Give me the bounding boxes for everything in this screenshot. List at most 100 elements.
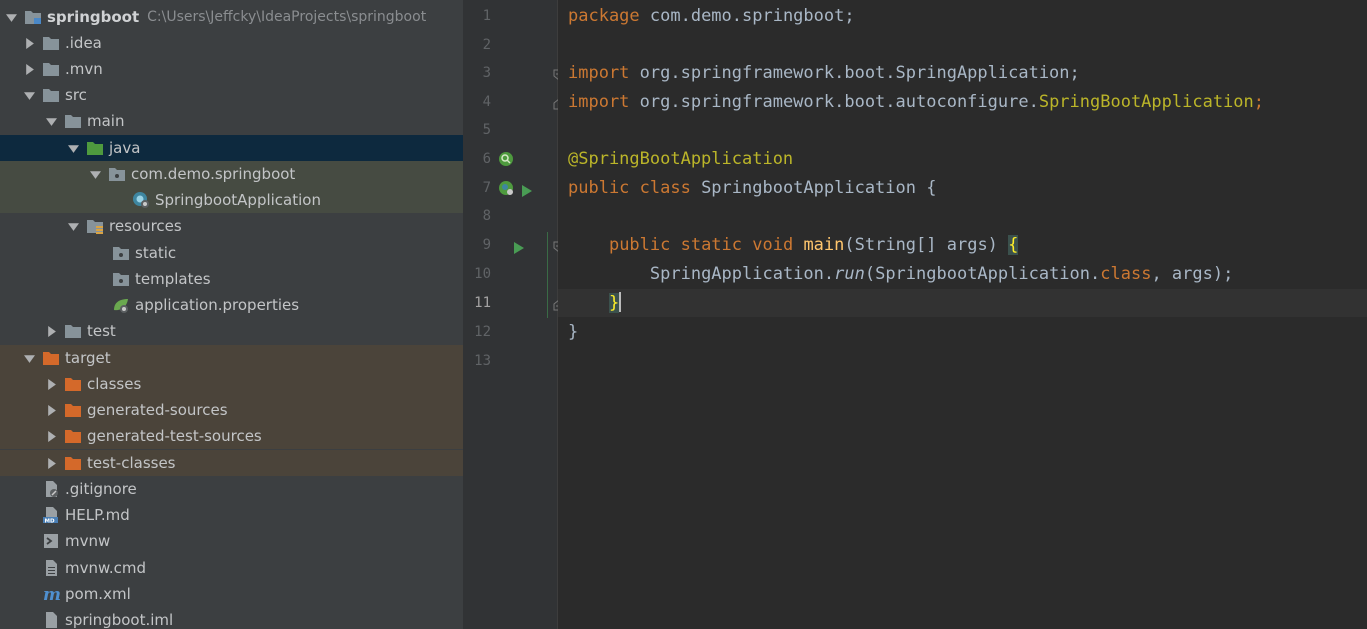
line-number: 7	[482, 180, 491, 196]
line-number: 3	[482, 65, 491, 81]
tree-row-test-classes[interactable]: test-classes	[0, 450, 463, 476]
tree-row-resources[interactable]: resources	[0, 213, 463, 239]
tree-row-pom-xml[interactable]: m pom.xml	[0, 581, 463, 607]
folder-icon	[42, 60, 60, 78]
tree-row-gitignore[interactable]: .gitignore	[0, 476, 463, 502]
shell-script-icon	[42, 532, 60, 550]
tree-label: .idea	[65, 34, 102, 52]
module-file-icon	[42, 611, 60, 629]
expanded-arrow-icon[interactable]	[66, 141, 80, 155]
folder-icon	[42, 86, 60, 104]
line-number: 6	[482, 151, 491, 167]
tree-label: main	[87, 112, 125, 130]
tree-label: test-classes	[87, 454, 176, 472]
code-line: }	[568, 322, 579, 342]
tree-label: resources	[109, 217, 182, 235]
folder-icon	[64, 112, 82, 130]
maven-icon: m	[42, 585, 60, 603]
expanded-arrow-icon[interactable]	[22, 88, 36, 102]
tree-label: HELP.md	[65, 506, 130, 524]
line-number: 8	[482, 208, 491, 224]
tree-label: mvnw	[65, 532, 111, 550]
tree-label: java	[109, 139, 141, 157]
tree-label: springboot.iml	[65, 611, 174, 629]
tree-label: src	[65, 86, 87, 104]
tree-row-classes[interactable]: classes	[0, 371, 463, 397]
code-line: import org.springframework.boot.SpringAp…	[568, 63, 1080, 83]
folder-icon	[42, 34, 60, 52]
tree-row-mvn[interactable]: .mvn	[0, 56, 463, 82]
line-number: 12	[474, 324, 491, 340]
tree-row-test[interactable]: test	[0, 318, 463, 344]
tree-label: templates	[135, 270, 211, 288]
tree-row-package[interactable]: com.demo.springboot	[0, 161, 463, 187]
matched-brace: }	[608, 293, 620, 313]
tree-row-application-properties[interactable]: application.properties	[0, 292, 463, 318]
spring-bean-icon[interactable]	[498, 180, 514, 196]
tree-row-springboot-application[interactable]: SpringbootApplication	[0, 187, 463, 213]
excluded-folder-icon	[64, 401, 82, 419]
tree-label: .mvn	[65, 60, 103, 78]
line-number: 9	[482, 237, 491, 253]
resources-folder-icon	[86, 217, 104, 235]
expanded-arrow-icon[interactable]	[88, 167, 102, 181]
code-line: public static void main(String[] args) {	[608, 235, 1019, 255]
collapsed-arrow-icon[interactable]	[44, 429, 58, 443]
excluded-folder-icon	[64, 427, 82, 445]
tree-label: pom.xml	[65, 585, 131, 603]
collapsed-arrow-icon[interactable]	[44, 456, 58, 470]
collapsed-arrow-icon[interactable]	[44, 377, 58, 391]
code-line: import org.springframework.boot.autoconf…	[568, 92, 1265, 112]
collapsed-arrow-icon[interactable]	[44, 403, 58, 417]
code-line: public class SpringbootApplication {	[568, 178, 937, 198]
package-icon	[108, 165, 126, 183]
editor-gutter: 1 2 3 4 5 6 7 8 9 10 11 12 13	[463, 0, 565, 629]
expanded-arrow-icon[interactable]	[22, 351, 36, 365]
svg-text:MD: MD	[45, 518, 55, 524]
tree-row-mvnw-cmd[interactable]: mvnw.cmd	[0, 555, 463, 581]
spring-bean-icon[interactable]	[498, 151, 514, 167]
expanded-arrow-icon[interactable]	[44, 114, 58, 128]
tree-row-java[interactable]: java	[0, 135, 463, 161]
collapsed-arrow-icon[interactable]	[22, 36, 36, 50]
tree-label: generated-sources	[87, 401, 228, 419]
line-number-current: 11	[474, 295, 491, 311]
tree-label: application.properties	[135, 296, 300, 314]
excluded-folder-icon	[42, 349, 60, 367]
project-path: C:\Users\Jeffcky\IdeaProjects\springboot	[147, 9, 427, 25]
expanded-arrow-icon[interactable]	[66, 219, 80, 233]
run-icon[interactable]	[513, 239, 525, 254]
source-folder-icon	[86, 139, 104, 157]
tree-row-help-md[interactable]: MD HELP.md	[0, 502, 463, 528]
tree-row-static[interactable]: static	[0, 240, 463, 266]
tree-row-generated-test-sources[interactable]: generated-test-sources	[0, 423, 463, 449]
collapsed-arrow-icon[interactable]	[44, 324, 58, 338]
line-number: 1	[482, 8, 491, 24]
text-file-icon	[42, 559, 60, 577]
svg-text:m: m	[43, 585, 60, 603]
tree-row-generated-sources[interactable]: generated-sources	[0, 397, 463, 423]
run-icon[interactable]	[521, 182, 533, 197]
tree-row-templates[interactable]: templates	[0, 266, 463, 292]
excluded-folder-icon	[64, 375, 82, 393]
code-line-current: }	[558, 289, 1367, 317]
tree-row-project-root[interactable]: springboot C:\Users\Jeffcky\IdeaProjects…	[0, 4, 463, 30]
project-tree-panel: springboot C:\Users\Jeffcky\IdeaProjects…	[0, 0, 463, 629]
tree-row-target[interactable]: target	[0, 345, 463, 371]
folder-icon	[112, 270, 130, 288]
ignore-file-icon	[42, 480, 60, 498]
tree-label: mvnw.cmd	[65, 559, 147, 577]
code-line: package com.demo.springboot;	[568, 6, 855, 26]
tree-row-main[interactable]: main	[0, 108, 463, 134]
tree-row-mvnw[interactable]: mvnw	[0, 528, 463, 554]
matched-brace: {	[1008, 235, 1019, 255]
tree-label: test	[87, 322, 116, 340]
expanded-arrow-icon[interactable]	[4, 10, 18, 24]
tree-row-springboot-iml[interactable]: springboot.iml	[0, 607, 463, 629]
collapsed-arrow-icon[interactable]	[22, 62, 36, 76]
spring-properties-file-icon	[112, 296, 130, 314]
code-editor[interactable]: package com.demo.springboot; import org.…	[558, 0, 1367, 629]
tree-row-src[interactable]: src	[0, 82, 463, 108]
tree-row-idea[interactable]: .idea	[0, 30, 463, 56]
tree-label: static	[135, 244, 177, 262]
